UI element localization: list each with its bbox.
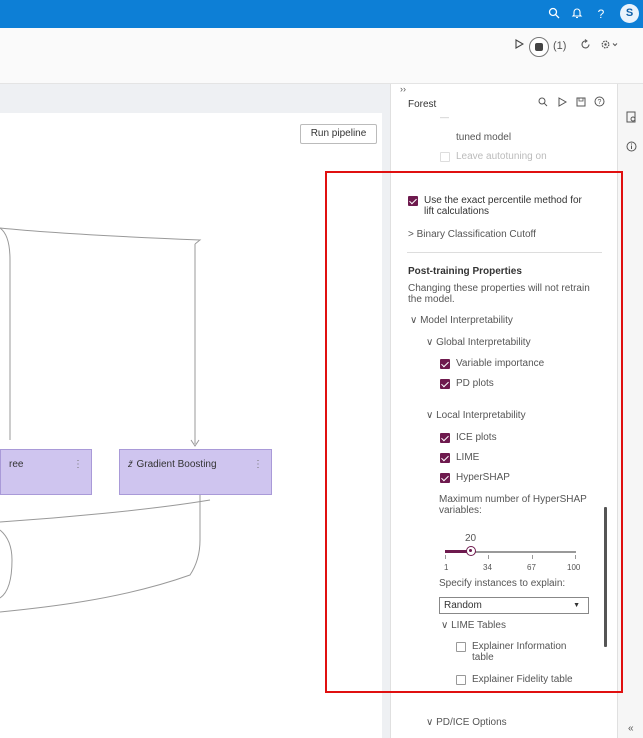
binary-cutoff-section[interactable]: > Binary Classification Cutoff xyxy=(408,229,536,240)
lime-tables-section[interactable]: ∨ LIME Tables xyxy=(441,620,506,631)
variable-importance-label: Variable importance xyxy=(456,358,545,369)
gradient-boosting-icon: z̃ xyxy=(128,459,133,469)
slider-tick xyxy=(488,555,489,559)
hypershap-checkbox[interactable] xyxy=(440,473,450,483)
caret-down-icon: ▼ xyxy=(573,602,580,609)
right-rail xyxy=(617,84,643,738)
bell-icon[interactable] xyxy=(570,7,584,21)
instances-select-value: Random xyxy=(444,600,482,611)
explainer-fidelity-checkbox[interactable] xyxy=(456,675,466,685)
explainer-fidelity-label: Explainer Fidelity table xyxy=(472,674,573,685)
slider-tick-label: 67 xyxy=(527,563,536,572)
instances-select[interactable]: Random ▼ xyxy=(439,597,589,614)
panel-title: Forest xyxy=(408,99,437,110)
leave-autotuning-label: Leave autotuning on xyxy=(456,151,547,162)
node-label: ree xyxy=(9,459,24,470)
pdice-options-section[interactable]: ∨ PD/ICE Options xyxy=(426,717,507,728)
play-icon[interactable] xyxy=(515,39,525,52)
pd-plots-checkbox[interactable] xyxy=(440,379,450,389)
refresh-icon[interactable] xyxy=(580,39,591,53)
search-icon[interactable] xyxy=(538,97,548,110)
slider-tick xyxy=(532,555,533,559)
collapse-panel-button[interactable]: ›› xyxy=(400,84,406,94)
info-icon[interactable] xyxy=(626,139,637,157)
ice-plots-label: ICE plots xyxy=(456,432,497,443)
explainer-info-checkbox[interactable] xyxy=(456,642,466,652)
global-interpretability-section[interactable]: ∨ Global Interpretability xyxy=(426,337,531,348)
post-training-desc: Changing these properties will not retra… xyxy=(408,283,590,305)
run-node-icon[interactable] xyxy=(558,97,568,110)
slider-value: 20 xyxy=(465,533,477,544)
node-label: z̃ Gradient Boosting xyxy=(128,459,217,470)
divider xyxy=(407,252,602,253)
prior-item-cut: — xyxy=(440,112,449,122)
hypershap-label: HyperSHAP xyxy=(456,472,510,483)
pipeline-connectors xyxy=(0,227,211,613)
hypershap-slider-thumb[interactable] xyxy=(466,546,476,556)
svg-text:?: ? xyxy=(598,99,602,106)
exact-percentile-checkbox[interactable] xyxy=(408,196,418,206)
slider-tick-label: 100 xyxy=(567,563,581,572)
collaborator-count: (1) xyxy=(553,40,567,52)
node-gradient-boosting[interactable]: z̃ Gradient Boosting ⋮ xyxy=(119,449,272,495)
tuned-model-label: tuned model xyxy=(456,132,512,143)
node-menu-icon[interactable]: ⋮ xyxy=(73,459,83,470)
expand-rail-button[interactable]: « xyxy=(628,723,634,734)
help-icon[interactable]: ? xyxy=(594,7,608,21)
save-icon[interactable] xyxy=(576,97,586,110)
lime-label: LIME xyxy=(456,452,480,463)
leave-autotuning-checkbox[interactable] xyxy=(440,152,450,162)
slider-tick xyxy=(445,555,446,559)
pd-plots-label: PD plots xyxy=(456,378,494,389)
node-decision-tree[interactable]: ree ⋮ xyxy=(0,449,92,495)
node-menu-icon[interactable]: ⋮ xyxy=(253,459,263,470)
slider-tick-label: 34 xyxy=(483,563,492,572)
ice-plots-checkbox[interactable] xyxy=(440,433,450,443)
lime-checkbox[interactable] xyxy=(440,453,450,463)
panel-scrollbar[interactable] xyxy=(604,507,607,647)
slider-tick xyxy=(575,555,576,559)
post-training-title: Post-training Properties xyxy=(408,266,522,277)
search-icon[interactable] xyxy=(547,7,561,21)
specify-instances-label: Specify instances to explain: xyxy=(439,578,566,589)
exact-percentile-label: Use the exact percentile method for lift… xyxy=(424,195,582,217)
local-interpretability-section[interactable]: ∨ Local Interpretability xyxy=(426,410,526,421)
node-label-text: Gradient Boosting xyxy=(136,459,217,470)
avatar[interactable]: S xyxy=(620,4,639,23)
explainer-info-label: Explainer Information table xyxy=(472,641,567,663)
properties-icon[interactable] xyxy=(626,110,637,128)
max-hypershap-label: Maximum number of HyperSHAP variables: xyxy=(439,494,587,516)
model-interpretability-section[interactable]: ∨ Model Interpretability xyxy=(410,315,513,326)
slider-tick-label: 1 xyxy=(444,563,449,572)
collaborators-icon[interactable] xyxy=(529,37,549,57)
run-pipeline-button[interactable]: Run pipeline xyxy=(300,124,377,144)
gear-icon[interactable] xyxy=(600,39,618,53)
variable-importance-checkbox[interactable] xyxy=(440,359,450,369)
help-icon[interactable]: ? xyxy=(594,96,605,110)
